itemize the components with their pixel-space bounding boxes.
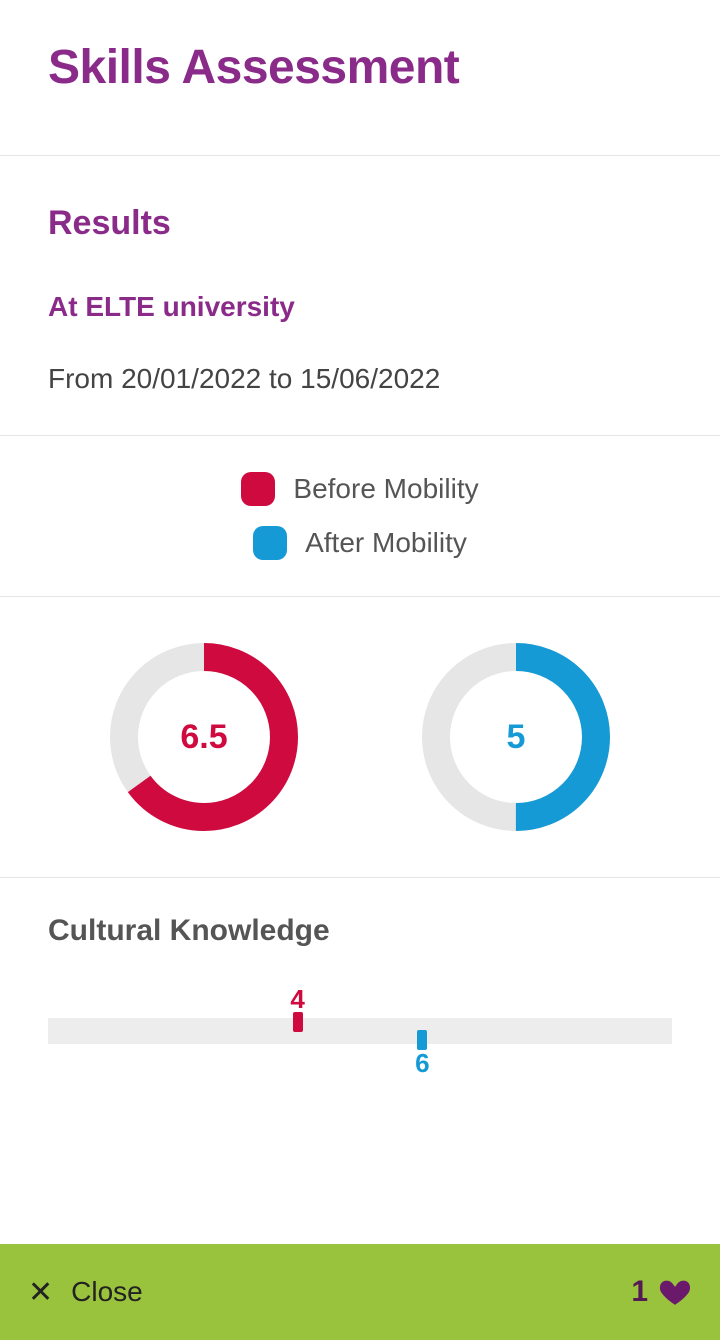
skill-marker-before xyxy=(293,1012,303,1032)
heart-icon xyxy=(658,1275,692,1309)
close-icon: ✕ xyxy=(28,1275,53,1310)
donut-before-value: 6.5 xyxy=(104,637,304,837)
results-heading: Results xyxy=(48,204,672,243)
results-location: At ELTE university xyxy=(48,291,672,323)
donut-after-value: 5 xyxy=(416,637,616,837)
donut-charts-section: 6.5 5 xyxy=(0,596,720,877)
legend-section: Before Mobility After Mobility xyxy=(0,435,720,596)
footer-bar: ✕ Close 1 xyxy=(0,1244,720,1340)
legend: Before Mobility After Mobility xyxy=(48,472,672,560)
donut-before: 6.5 xyxy=(104,637,304,837)
page-header: Skills Assessment xyxy=(0,0,720,155)
skill-marker-after xyxy=(417,1030,427,1050)
skill-bar-wrap: 4 6 xyxy=(48,984,672,1104)
legend-label-after: After Mobility xyxy=(305,527,467,559)
skill-heading: Cultural Knowledge xyxy=(48,914,672,948)
legend-swatch-before xyxy=(241,472,275,506)
donut-charts: 6.5 5 xyxy=(48,637,672,837)
likes-count: 1 xyxy=(631,1275,648,1309)
skill-value-after: 6 xyxy=(415,1048,429,1079)
likes-group[interactable]: 1 xyxy=(631,1275,692,1309)
legend-swatch-after xyxy=(253,526,287,560)
legend-row-before: Before Mobility xyxy=(241,472,478,506)
skill-bars-section: Cultural Knowledge 4 6 xyxy=(0,877,720,1140)
skill-bar-track: 4 6 xyxy=(48,1018,672,1044)
close-button[interactable]: ✕ Close xyxy=(28,1275,143,1310)
page-root: Skills Assessment Results At ELTE univer… xyxy=(0,0,720,1340)
skill-value-before: 4 xyxy=(290,984,304,1015)
legend-label-before: Before Mobility xyxy=(293,473,478,505)
page-title: Skills Assessment xyxy=(48,40,672,95)
results-section: Results At ELTE university From 20/01/20… xyxy=(0,155,720,435)
close-button-label: Close xyxy=(71,1276,143,1308)
donut-after: 5 xyxy=(416,637,616,837)
legend-row-after: After Mobility xyxy=(253,526,467,560)
results-date-range: From 20/01/2022 to 15/06/2022 xyxy=(48,363,672,395)
